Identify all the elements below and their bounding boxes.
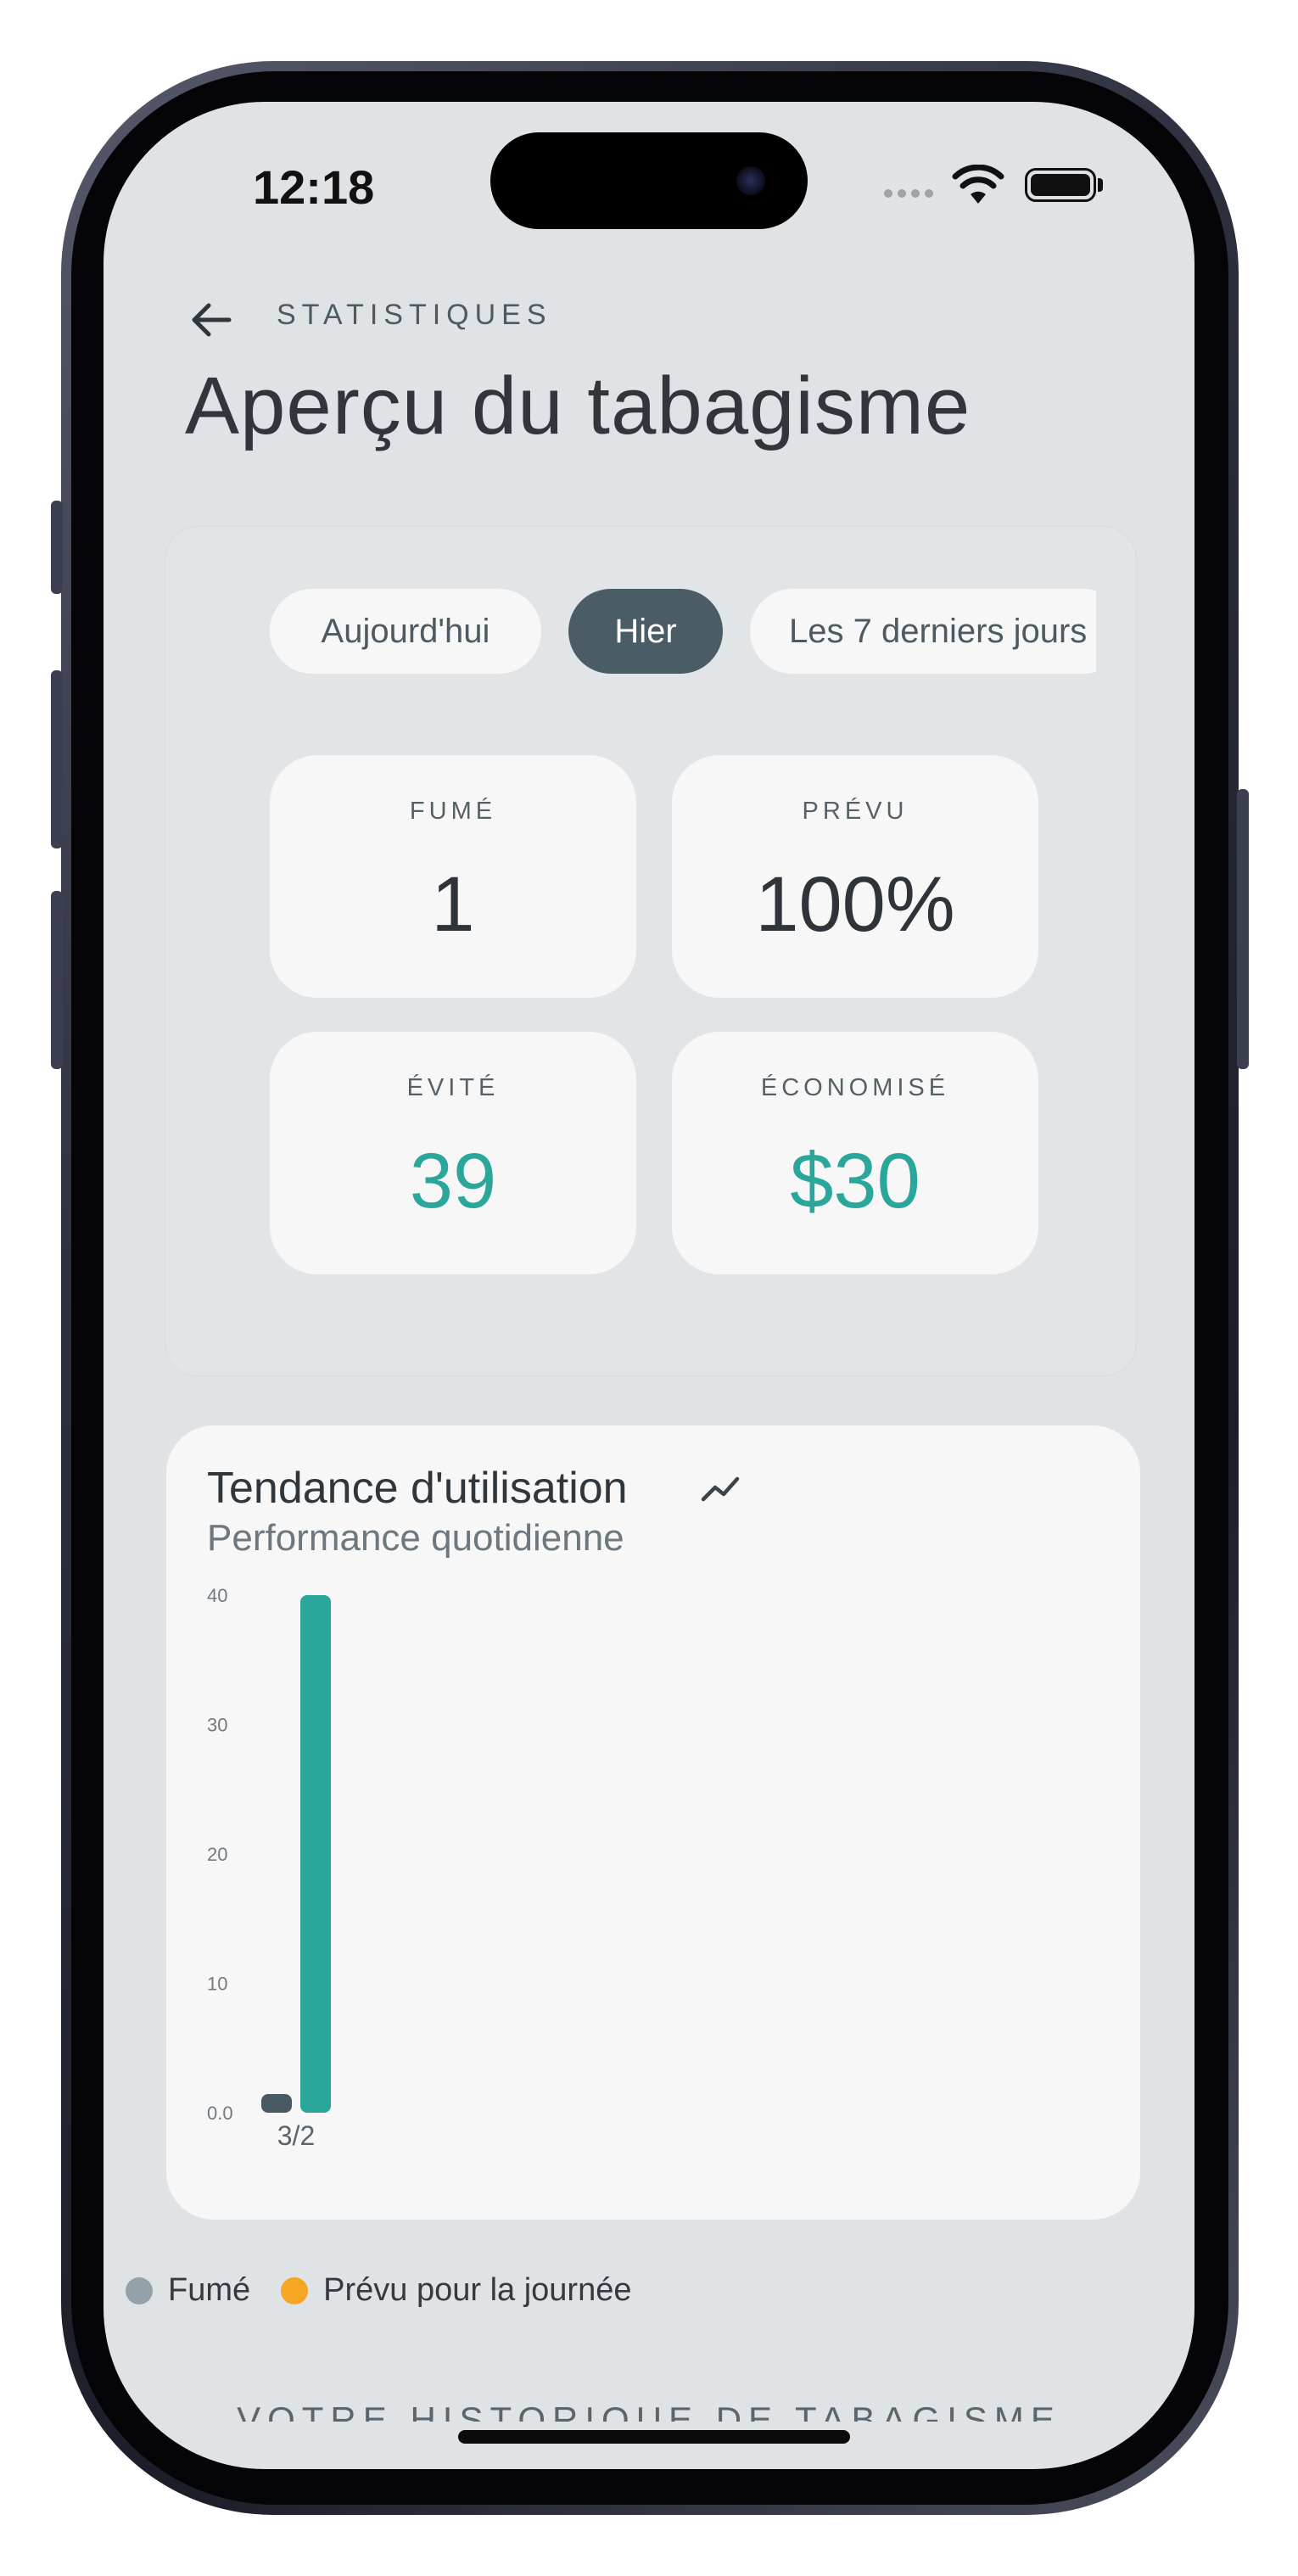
battery-tip	[1098, 178, 1103, 192]
battery-icon	[1025, 168, 1096, 202]
y-tick-label: 40	[207, 1585, 227, 1606]
tab-today[interactable]: Aujourd'hui	[270, 589, 541, 674]
stat-label: ÉVITÉ	[406, 1074, 500, 1101]
wifi-icon	[952, 165, 1004, 204]
bar-series-1[interactable]	[300, 1595, 331, 2113]
y-tick-label: 20	[207, 1844, 227, 1865]
usage-trend-card: Tendance d'utilisation Performance quoti…	[166, 1425, 1140, 2220]
page-title: Aperçu du tabagisme	[185, 361, 971, 451]
stat-card-saved: ÉCONOMISÉ $30	[672, 1032, 1038, 1274]
action-button	[51, 501, 63, 594]
chart-legend: Fumé Prévu pour la journée	[126, 2272, 662, 2309]
stat-value: $30	[790, 1138, 920, 1224]
tab-last-7-days[interactable]: Les 7 derniers jours	[750, 589, 1096, 674]
legend-dot-icon	[281, 2276, 309, 2304]
x-tick-label: 3/2	[277, 2120, 315, 2151]
y-tick-label: 30	[207, 1715, 227, 1736]
trend-line-icon	[701, 1476, 740, 1502]
y-tick-label: 10	[207, 1974, 227, 1995]
legend-label: Prévu pour la journée	[323, 2272, 632, 2308]
chart-subtitle: Performance quotidienne	[207, 1517, 624, 1559]
volume-down-button	[51, 891, 63, 1069]
power-button	[1237, 789, 1249, 1069]
front-camera-icon	[736, 166, 765, 195]
history-heading: VOTRE HISTORIQUE DE TABAGISME	[237, 2400, 1061, 2422]
stat-label: FUMÉ	[409, 798, 497, 825]
app-screen: 12:18 STATISTIQUES Aperçu du tabagisme A…	[104, 102, 1194, 2469]
tab-yesterday[interactable]: Hier	[568, 589, 723, 674]
chart-title: Tendance d'utilisation	[207, 1464, 628, 1513]
y-tick-label: 0.0	[207, 2103, 233, 2124]
section-eyebrow: STATISTIQUES	[277, 299, 552, 331]
volume-up-button	[51, 670, 63, 848]
cellular-dots-icon	[884, 189, 933, 198]
stat-card-smoked: FUMÉ 1	[270, 755, 636, 998]
stat-card-avoided: ÉVITÉ 39	[270, 1032, 636, 1274]
legend-label: Fumé	[168, 2272, 251, 2308]
stat-label: PRÉVU	[802, 798, 909, 825]
stat-card-planned: PRÉVU 100%	[672, 755, 1038, 998]
legend-item-planned: Prévu pour la journée	[281, 2272, 631, 2309]
home-indicator[interactable]	[458, 2430, 850, 2444]
status-time: 12:18	[253, 160, 375, 214]
period-tabs: Aujourd'hui Hier Les 7 derniers jours	[270, 589, 1096, 679]
history-heading-peek: VOTRE HISTORIQUE DE TABAGISME	[104, 2393, 1194, 2422]
stat-label: ÉCONOMISÉ	[760, 1074, 950, 1101]
dynamic-island	[490, 132, 808, 229]
legend-item-smoked: Fumé	[126, 2272, 250, 2309]
usage-trend-chart: 0.0 10 20 30 40 3/2	[207, 1585, 331, 2151]
stat-value: 39	[409, 1138, 497, 1224]
stat-value: 1	[431, 861, 475, 948]
stat-value: 100%	[755, 861, 955, 948]
bar-series-0[interactable]	[261, 2094, 292, 2113]
legend-dot-icon	[126, 2276, 153, 2304]
arrow-left-icon[interactable]	[187, 295, 236, 344]
